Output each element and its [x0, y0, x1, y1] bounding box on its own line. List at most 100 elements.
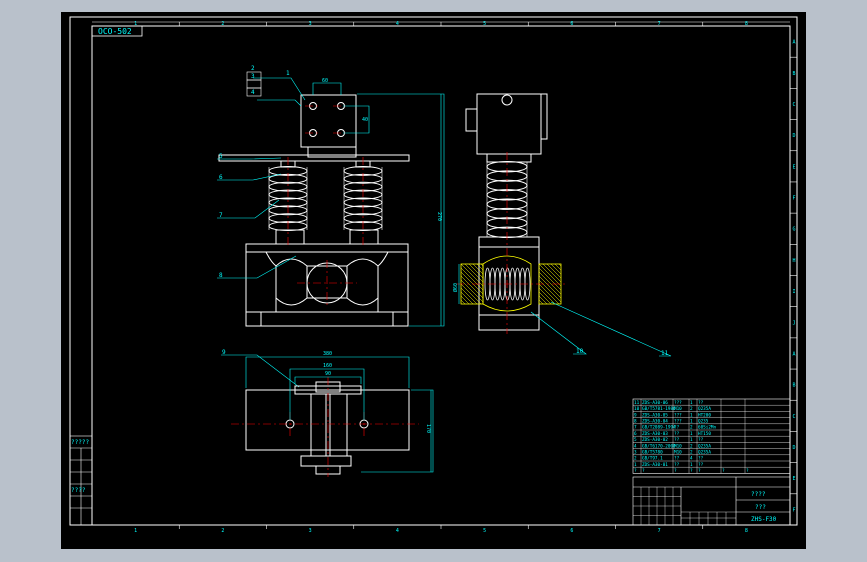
column-number: 2 — [221, 21, 224, 27]
bom-cell: ?? — [674, 456, 680, 462]
material-label: ??? — [755, 504, 766, 511]
column-number: 6 — [570, 21, 573, 27]
bom-cell: Q235A — [698, 406, 711, 412]
callout-6: 6 — [219, 174, 223, 181]
bom-cell: GB/T5781-1986 — [642, 406, 676, 412]
bom-cell: 1 — [690, 419, 693, 425]
row-letter: F — [792, 196, 795, 202]
bom-header-cell: ? — [698, 468, 701, 474]
callout-10: 10 — [576, 348, 584, 355]
bom-cell: HT150 — [698, 431, 711, 437]
left-stamp-label: ????? — [71, 439, 89, 446]
scale-label: ???? — [751, 491, 766, 498]
bom-cell: ??? — [674, 400, 682, 406]
bom-cell: 1 — [690, 431, 693, 437]
column-number: 8 — [745, 21, 748, 27]
bom-cell: 2 — [690, 443, 693, 449]
bom-cell: GB/T2089-1994 — [642, 425, 676, 431]
column-number: 1 — [134, 528, 137, 534]
bom-cell: ?? — [674, 437, 680, 443]
bom-cell: GB/T6170-2000 — [642, 443, 676, 449]
bom-cell: 1 — [690, 437, 693, 443]
bom-cell: 9 — [634, 412, 637, 418]
bom-cell: 10 — [634, 406, 640, 412]
bom-cell: HT200 — [698, 412, 711, 418]
row-letter: J — [792, 320, 795, 326]
bom-header-cell: ? — [642, 468, 645, 474]
dim-overall-height: 270 — [436, 212, 442, 221]
bom-header-cell: ? — [634, 468, 637, 474]
bom-cell: 1 — [634, 462, 637, 468]
left-stamp-label-2: ???? — [71, 487, 86, 494]
side-centerlines — [456, 152, 566, 334]
bill-of-materials: 11 ZDS-A30-06??? 1 ??10 GB/T5781-1986M10 2 Q23… — [632, 398, 791, 474]
callout-4: 4 — [251, 89, 255, 96]
column-number: 6 — [570, 528, 573, 534]
callout-1: 1 — [286, 70, 290, 77]
bom-cell: ??? — [674, 412, 682, 418]
column-number: 7 — [658, 528, 661, 534]
callout-3: 3 — [251, 73, 255, 80]
callout-9: 9 — [222, 349, 226, 356]
bom-cell: 2 — [690, 450, 693, 456]
dim-base-slot: 90 — [325, 371, 331, 377]
column-number: 5 — [483, 528, 486, 534]
left-stamp — [69, 435, 93, 526]
bom-cell: M10 — [674, 443, 682, 449]
dim-base-depth: 170 — [425, 424, 431, 433]
row-letter: A — [792, 351, 795, 357]
bom-cell: Q235 — [698, 419, 709, 425]
top-view — [245, 381, 410, 475]
callout-7: 7 — [219, 212, 223, 219]
bom-cell: M10 — [674, 450, 682, 456]
row-letter: A — [792, 40, 795, 46]
bom-cell: 2 — [690, 406, 693, 412]
bom-cell: ZDS-A30-03 — [642, 431, 668, 437]
bom-header-cell: ? — [690, 468, 693, 474]
side-view — [465, 93, 548, 331]
row-letter: E — [792, 476, 795, 482]
bom-cell: ZDS-A30-02 — [642, 437, 668, 443]
row-letter: B — [792, 383, 795, 389]
bom-header-cell: ? — [746, 468, 749, 474]
row-letter: B — [792, 71, 795, 77]
bom-cell: 5 — [634, 437, 637, 443]
row-letter: E — [792, 164, 795, 170]
bom-cell: M10 — [674, 406, 682, 412]
dim-top-width: 60 — [322, 78, 328, 84]
bom-cell: ?? — [674, 462, 680, 468]
column-number: 4 — [396, 528, 399, 534]
bom-cell: 3 — [634, 450, 637, 456]
cad-viewport[interactable]: 12345678 12345678 ABCDEFGHIJABCDEF OCO-5… — [61, 12, 806, 549]
side-leaders — [458, 264, 672, 357]
bom-cell: 2 — [634, 456, 637, 462]
bom-cell: ZDS-A30-06 — [642, 400, 668, 406]
row-letter: C — [792, 414, 795, 420]
bom-cell: GB/T97.1 — [642, 456, 663, 462]
row-letter: D — [792, 445, 795, 451]
bom-cell: ?? — [698, 400, 704, 406]
column-number: 3 — [309, 528, 312, 534]
column-number: 2 — [221, 528, 224, 534]
drawing-number: ZHS-F30 — [751, 516, 777, 523]
column-number: 8 — [745, 528, 748, 534]
column-numbers-bottom: 1 2 3 4 5 6 7 8 — [134, 525, 748, 534]
dim-base-width: 380 — [323, 351, 332, 357]
bom-cell: ?? — [698, 437, 704, 443]
column-number: 5 — [483, 21, 486, 27]
dim-side-detail: Ø60 — [452, 283, 459, 292]
dim-base-inner: 160 — [323, 363, 332, 369]
row-letter: H — [792, 258, 795, 264]
bom-cell: 1 — [690, 462, 693, 468]
column-number: 4 — [396, 21, 399, 27]
callout-2: 2 — [251, 65, 255, 72]
bom-cell: 8 — [634, 419, 637, 425]
bom-cell: ?? — [674, 431, 680, 437]
row-letter: G — [792, 227, 795, 233]
row-letter: I — [792, 289, 795, 295]
bom-cell: ZDS-A30-01 — [642, 462, 668, 468]
row-letter: C — [792, 102, 795, 108]
bom-cell: GB/T5780 — [642, 450, 663, 456]
bom-cell: Q235A — [698, 450, 711, 456]
bom-cell: ?? — [698, 462, 704, 468]
